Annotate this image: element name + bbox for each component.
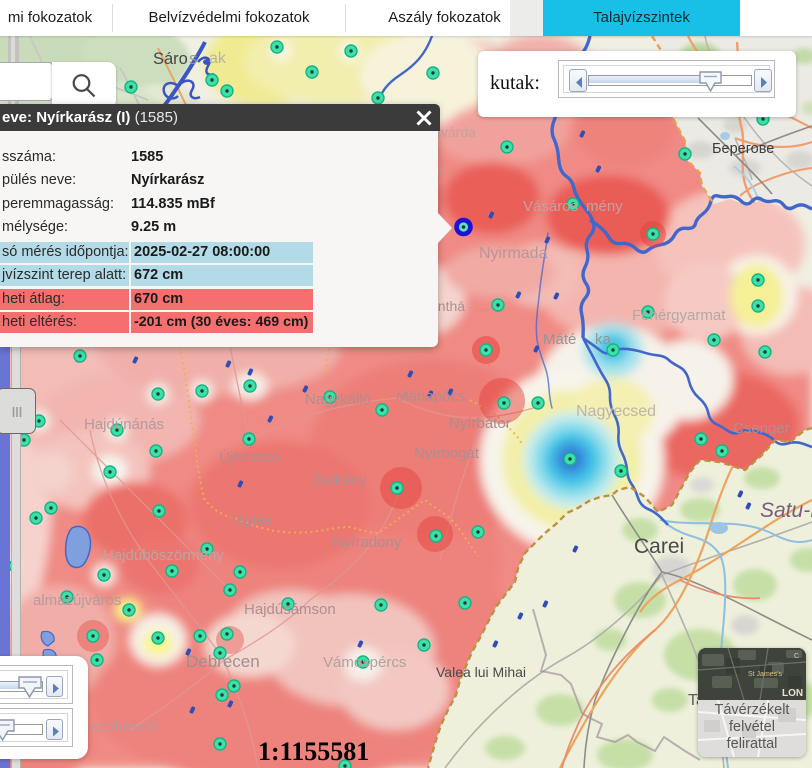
svg-text:Nyírbogát: Nyírbogát	[414, 445, 480, 462]
svg-text:Nyirmada: Nyirmada	[479, 245, 548, 262]
svg-text:LON: LON	[782, 688, 803, 699]
svg-text:Hajdúsámson: Hajdúsámson	[244, 601, 336, 618]
svg-text:Csenger: Csenger	[733, 420, 790, 437]
svg-text:Téglás: Téglás	[227, 512, 272, 529]
svg-text:Vásáros: Vásáros	[523, 198, 578, 215]
svg-text:Sáro: Sáro	[153, 50, 188, 68]
svg-text:mény: mény	[586, 198, 623, 215]
svg-text:Carei: Carei	[634, 535, 684, 558]
svg-text:almazújváros: almazújváros	[33, 592, 121, 609]
svg-text:svárda: svárda	[434, 124, 476, 140]
svg-text:ka: ka	[595, 331, 612, 348]
svg-text:Debrecen: Debrecen	[186, 652, 260, 671]
svg-text:Máté: Máté	[543, 331, 576, 348]
svg-text:szoboszló: szoboszló	[91, 718, 158, 735]
svg-text:Hajdúnánás: Hajdúnánás	[84, 416, 164, 433]
svg-text:Satu-M: Satu-M	[760, 499, 812, 522]
svg-text:Balkány: Balkány	[313, 472, 367, 489]
svg-text:C: C	[794, 653, 799, 660]
svg-text:Fehérgyarmat: Fehérgyarmat	[632, 307, 726, 324]
svg-text:Nagyecsed: Nagyecsed	[576, 403, 656, 420]
svg-text:Valea lui Mihai: Valea lui Mihai	[436, 664, 526, 680]
svg-text:Újfehértó: Újfehértó	[219, 449, 280, 466]
svg-text:ak: ak	[209, 50, 227, 67]
svg-text:Nyírbátor: Nyírbátor	[449, 415, 511, 432]
svg-text:Hajdúböszörmény: Hajdúböszörmény	[103, 547, 224, 564]
svg-text:Vámospércs: Vámospércs	[323, 654, 406, 671]
svg-text:Nagykálló: Nagykálló	[305, 391, 371, 408]
svg-text:Máriapócs: Máriapócs	[396, 388, 465, 405]
svg-text:Nyíradony: Nyíradony	[333, 534, 402, 551]
svg-text:Берегове: Берегове	[712, 141, 774, 157]
svg-text:St James's: St James's	[748, 671, 783, 678]
svg-text:s: s	[189, 50, 197, 68]
